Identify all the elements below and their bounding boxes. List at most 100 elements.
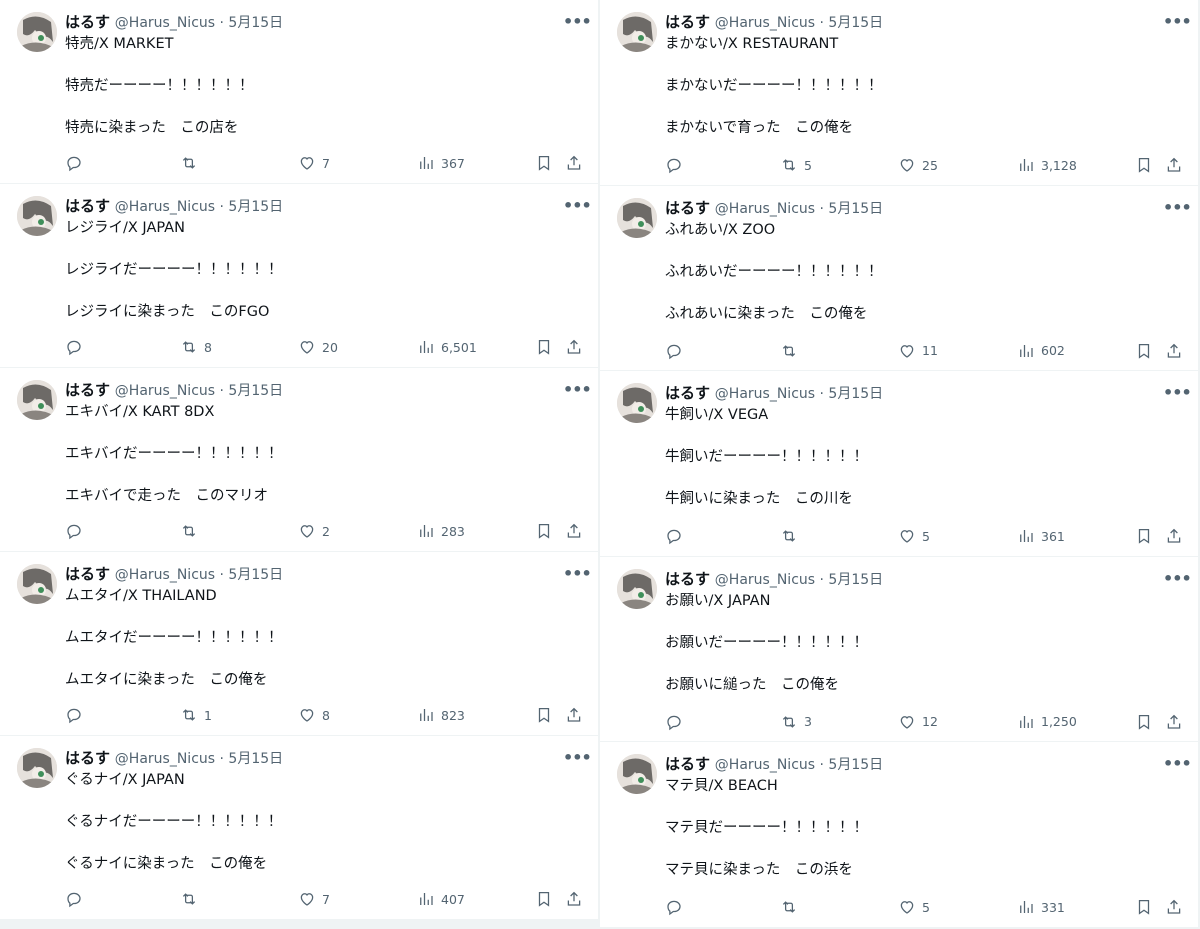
views-button[interactable]: 361 [1017, 525, 1065, 547]
retweet-button[interactable]: 3 [780, 711, 812, 733]
more-icon[interactable]: ••• [1163, 754, 1192, 774]
handle[interactable]: @Harus_Nicus [115, 383, 215, 399]
avatar[interactable] [617, 568, 657, 609]
reply-button[interactable] [65, 888, 83, 910]
share-button[interactable] [565, 704, 583, 726]
bookmark-button[interactable] [535, 888, 553, 910]
bookmark-button[interactable] [535, 520, 553, 542]
like-button[interactable]: 7 [298, 152, 330, 174]
like-button[interactable]: 20 [298, 336, 338, 358]
views-button[interactable]: 283 [417, 520, 465, 542]
share-button[interactable] [565, 152, 583, 174]
more-icon[interactable]: ••• [1163, 12, 1192, 32]
reply-button[interactable] [665, 896, 683, 918]
share-button[interactable] [565, 888, 583, 910]
like-button[interactable]: 12 [898, 711, 938, 733]
tweet-date[interactable]: 5月15日 [828, 572, 883, 588]
tweet-date[interactable]: 5月15日 [828, 201, 883, 217]
tweet-date[interactable]: 5月15日 [228, 383, 283, 399]
tweet[interactable]: はるす @Harus_Nicus · 5月15日 ••• まかない/X REST… [600, 0, 1198, 186]
avatar[interactable] [617, 12, 657, 52]
display-name[interactable]: はるす [665, 384, 710, 402]
tweet[interactable]: はるす @Harus_Nicus · 5月15日 ••• レジライ/X JAPA… [0, 184, 598, 368]
share-button[interactable] [565, 520, 583, 542]
tweet-date[interactable]: 5月15日 [228, 751, 283, 767]
views-button[interactable]: 367 [417, 152, 465, 174]
like-button[interactable]: 11 [898, 340, 938, 362]
bookmark-button[interactable] [1135, 340, 1153, 362]
display-name[interactable]: はるす [65, 197, 110, 215]
handle[interactable]: @Harus_Nicus [715, 15, 815, 31]
bookmark-button[interactable] [1135, 525, 1153, 547]
display-name[interactable]: はるす [65, 749, 110, 767]
more-icon[interactable]: ••• [563, 12, 592, 32]
display-name[interactable]: はるす [65, 381, 110, 399]
retweet-button[interactable] [780, 896, 804, 918]
like-button[interactable]: 2 [298, 520, 330, 542]
tweet[interactable]: はるす @Harus_Nicus · 5月15日 ••• ふれあい/X ZOO … [600, 185, 1198, 371]
like-button[interactable]: 7 [298, 888, 330, 910]
like-button[interactable]: 5 [898, 525, 930, 547]
views-button[interactable]: 6,501 [417, 336, 477, 358]
display-name[interactable]: はるす [665, 570, 710, 588]
share-button[interactable] [1165, 896, 1183, 918]
retweet-button[interactable] [180, 152, 204, 174]
share-button[interactable] [1165, 711, 1183, 733]
tweet[interactable]: はるす @Harus_Nicus · 5月15日 ••• マテ貝/X BEACH… [600, 742, 1198, 928]
reply-button[interactable] [665, 340, 683, 362]
share-button[interactable] [1165, 340, 1183, 362]
avatar[interactable] [617, 197, 657, 238]
views-button[interactable]: 407 [417, 888, 465, 910]
handle[interactable]: @Harus_Nicus [115, 751, 215, 767]
bookmark-button[interactable] [1135, 711, 1153, 733]
tweet[interactable]: はるす @Harus_Nicus · 5月15日 ••• ぐるナイ/X JAPA… [0, 736, 598, 920]
retweet-button[interactable]: 8 [180, 336, 212, 358]
views-button[interactable]: 1,250 [1017, 711, 1077, 733]
more-icon[interactable]: ••• [563, 564, 592, 584]
more-icon[interactable]: ••• [1163, 569, 1192, 589]
bookmark-button[interactable] [535, 704, 553, 726]
display-name[interactable]: はるす [665, 199, 710, 217]
more-icon[interactable]: ••• [1163, 198, 1192, 218]
handle[interactable]: @Harus_Nicus [115, 199, 215, 215]
retweet-button[interactable] [780, 525, 804, 547]
more-icon[interactable]: ••• [563, 380, 592, 400]
avatar[interactable] [17, 12, 57, 52]
handle[interactable]: @Harus_Nicus [715, 201, 815, 217]
more-icon[interactable]: ••• [1163, 383, 1192, 403]
display-name[interactable]: はるす [665, 13, 710, 31]
avatar[interactable] [17, 748, 57, 788]
avatar[interactable] [617, 383, 657, 423]
tweet[interactable]: はるす @Harus_Nicus · 5月15日 ••• お願い/X JAPAN… [600, 556, 1198, 742]
avatar[interactable] [17, 564, 57, 604]
reply-button[interactable] [65, 336, 83, 358]
avatar[interactable] [17, 196, 57, 236]
tweet-date[interactable]: 5月15日 [828, 757, 883, 773]
views-button[interactable]: 602 [1017, 340, 1065, 362]
reply-button[interactable] [665, 525, 683, 547]
share-button[interactable] [1165, 154, 1183, 176]
tweet-date[interactable]: 5月15日 [228, 567, 283, 583]
more-icon[interactable]: ••• [563, 196, 592, 216]
tweet[interactable]: はるす @Harus_Nicus · 5月15日 ••• 牛飼い/X VEGA … [600, 371, 1198, 557]
tweet-date[interactable]: 5月15日 [828, 386, 883, 402]
handle[interactable]: @Harus_Nicus [115, 567, 215, 583]
like-button[interactable]: 25 [898, 154, 938, 176]
handle[interactable]: @Harus_Nicus [715, 386, 815, 402]
handle[interactable]: @Harus_Nicus [115, 15, 215, 31]
share-button[interactable] [1165, 525, 1183, 547]
like-button[interactable]: 8 [298, 704, 330, 726]
handle[interactable]: @Harus_Nicus [715, 757, 815, 773]
bookmark-button[interactable] [535, 152, 553, 174]
reply-button[interactable] [665, 711, 683, 733]
avatar[interactable] [17, 380, 57, 420]
tweet-date[interactable]: 5月15日 [228, 15, 283, 31]
tweet-date[interactable]: 5月15日 [828, 15, 883, 31]
views-button[interactable]: 331 [1017, 896, 1065, 918]
bookmark-button[interactable] [535, 336, 553, 358]
avatar[interactable] [617, 754, 657, 794]
handle[interactable]: @Harus_Nicus [715, 572, 815, 588]
views-button[interactable]: 3,128 [1017, 154, 1077, 176]
display-name[interactable]: はるす [65, 565, 110, 583]
retweet-button[interactable]: 1 [180, 704, 212, 726]
